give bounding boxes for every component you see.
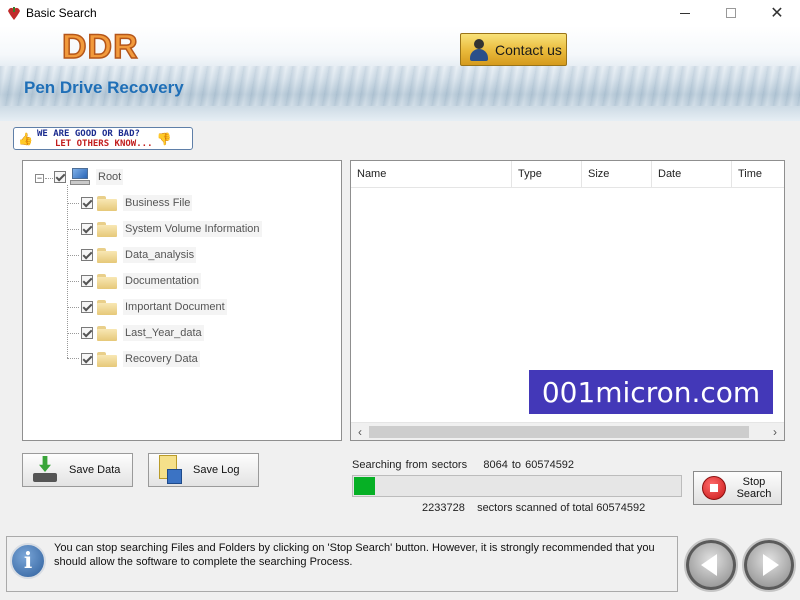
download-icon — [31, 456, 59, 484]
tree-item[interactable]: Important Document — [81, 297, 227, 317]
feedback-line-1: WE ARE GOOD OR BAD? — [36, 128, 140, 139]
stop-label-line1: Stop — [742, 476, 766, 488]
thumbs-up-icon: 👍 — [18, 131, 33, 146]
minimize-button[interactable] — [662, 0, 708, 26]
folder-icon — [97, 247, 117, 263]
folder-icon — [97, 325, 117, 341]
stop-search-button[interactable]: Stop Search — [693, 471, 782, 505]
app-icon — [6, 5, 22, 21]
search-status-text: Searching from sectors 8064 to 60574592 — [352, 459, 574, 471]
root-checkbox[interactable] — [54, 171, 66, 183]
item-checkbox[interactable] — [81, 223, 93, 235]
horizontal-scrollbar[interactable]: ‹ › — [351, 422, 784, 440]
next-arrow-icon — [763, 554, 779, 576]
watermark: 001micron.com — [529, 370, 773, 414]
folder-icon — [97, 221, 117, 237]
tree-item[interactable]: Documentation — [81, 271, 201, 291]
tree-item-label: System Volume Information — [123, 221, 262, 237]
tree-root-label: Root — [96, 169, 124, 185]
stop-label-line2: Search — [736, 488, 772, 500]
folder-tree-panel[interactable]: − Root Business File System Volume Infor… — [22, 160, 342, 441]
window-title: Basic Search — [26, 6, 97, 20]
contact-us-button[interactable]: Contact us — [460, 33, 567, 66]
maximize-icon — [726, 8, 736, 18]
column-header-time[interactable]: Time — [732, 161, 784, 188]
sector-range: 8064 to 60574592 — [483, 459, 575, 471]
thumbs-down-icon: 👎 — [156, 131, 172, 146]
tree-item-label: Business File — [123, 195, 193, 211]
computer-icon — [70, 168, 90, 186]
tree-connector — [67, 307, 79, 308]
stop-search-label: Stop Search — [734, 476, 774, 500]
collapse-toggle[interactable]: − — [35, 174, 44, 183]
sectors-scanned-value: 2233728 — [422, 502, 465, 514]
save-data-label: Save Data — [69, 464, 121, 476]
tree-connector — [67, 358, 79, 359]
column-header-date[interactable]: Date — [652, 161, 732, 188]
search-progress-bar — [352, 475, 682, 497]
item-checkbox[interactable] — [81, 197, 93, 209]
tree-item-label: Important Document — [123, 299, 227, 315]
column-header-size[interactable]: Size — [582, 161, 652, 188]
sectors-scanned-suffix: sectors scanned of total 60574592 — [477, 502, 646, 514]
minimize-icon — [680, 12, 690, 14]
scrollbar-thumb[interactable] — [369, 426, 749, 438]
tree-item-label: Data_analysis — [123, 247, 197, 263]
progress-fill — [354, 477, 375, 495]
tree-item[interactable]: Last_Year_data — [81, 323, 204, 343]
folder-icon — [97, 273, 117, 289]
feedback-line-2: LET OTHERS KNOW... — [54, 138, 153, 149]
item-checkbox[interactable] — [81, 353, 93, 365]
person-icon — [469, 38, 489, 61]
folder-icon — [97, 299, 117, 315]
close-button[interactable]: ✕ — [754, 0, 800, 26]
back-arrow-icon — [701, 554, 717, 576]
tree-item-label: Last_Year_data — [123, 325, 204, 341]
tree-connector — [45, 178, 53, 179]
feedback-banner[interactable]: 👍 WE ARE GOOD OR BAD? LET OTHERS KNOW...… — [13, 127, 193, 150]
item-checkbox[interactable] — [81, 301, 93, 313]
product-name: Pen Drive Recovery — [24, 78, 184, 97]
log-file-icon — [157, 455, 183, 485]
tree-connector — [67, 333, 79, 334]
folder-icon — [97, 195, 117, 211]
maximize-button[interactable] — [708, 0, 754, 26]
scroll-left-arrow-icon[interactable]: ‹ — [351, 423, 369, 440]
tree-connector — [67, 203, 79, 204]
contact-us-label: Contact us — [495, 41, 562, 58]
close-icon: ✕ — [770, 5, 784, 22]
scroll-right-arrow-icon[interactable]: › — [766, 423, 784, 440]
item-checkbox[interactable] — [81, 275, 93, 287]
item-checkbox[interactable] — [81, 327, 93, 339]
tree-connector — [67, 229, 79, 230]
column-header-name[interactable]: Name — [351, 161, 512, 188]
column-header-type[interactable]: Type — [512, 161, 582, 188]
info-message: You can stop searching Files and Folders… — [54, 542, 655, 568]
tree-item[interactable]: Business File — [81, 193, 193, 213]
tree-item-label: Recovery Data — [123, 351, 200, 367]
scan-count-text: 2233728 sectors scanned of total 6057459… — [422, 502, 645, 514]
list-header: Name Type Size Date Time — [351, 161, 784, 188]
tree-item[interactable]: System Volume Information — [81, 219, 262, 239]
tree-root[interactable]: Root — [54, 167, 124, 187]
info-icon: i — [10, 543, 46, 579]
header-banner: DDR Pen Drive Recovery Contact us — [0, 26, 800, 121]
item-checkbox[interactable] — [81, 249, 93, 261]
save-log-button[interactable]: Save Log — [148, 453, 259, 487]
back-button[interactable] — [684, 538, 738, 592]
save-data-button[interactable]: Save Data — [22, 453, 133, 487]
folder-icon — [97, 351, 117, 367]
next-button[interactable] — [742, 538, 796, 592]
stop-icon — [702, 476, 726, 500]
tree-connector — [67, 281, 79, 282]
search-status-prefix: Searching from sectors — [352, 459, 468, 471]
brand-logo: DDR — [61, 27, 139, 67]
tree-item[interactable]: Recovery Data — [81, 349, 200, 369]
tree-connector — [67, 255, 79, 256]
tree-item-label: Documentation — [123, 273, 201, 289]
save-log-label: Save Log — [193, 464, 240, 476]
tree-item[interactable]: Data_analysis — [81, 245, 197, 265]
